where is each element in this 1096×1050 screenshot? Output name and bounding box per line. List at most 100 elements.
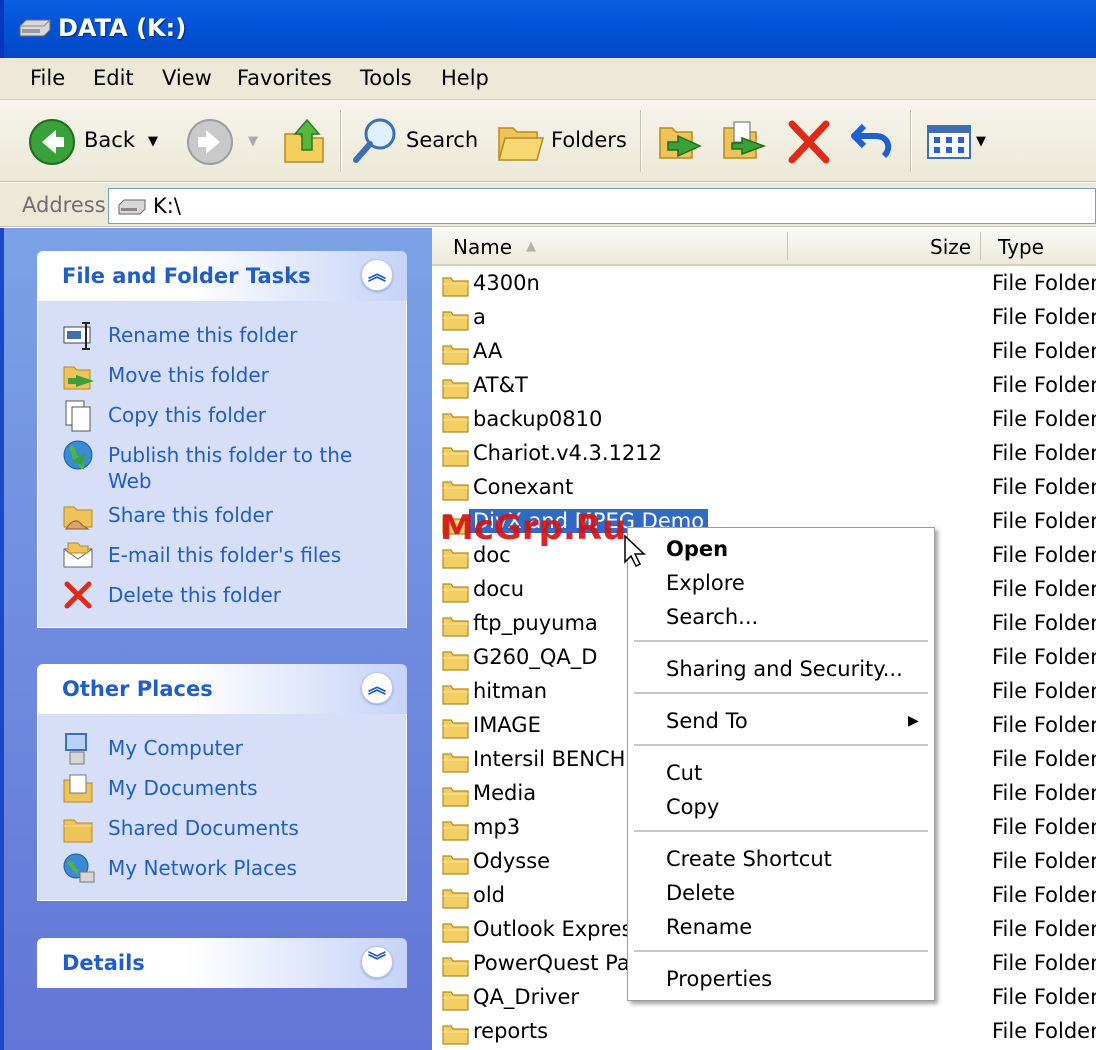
back-arrow-icon[interactable] bbox=[28, 118, 76, 166]
task-delete-folder[interactable]: Delete this folder bbox=[38, 577, 406, 617]
toolbar: Back ▼ ▼ Search Folders ▼ bbox=[0, 100, 1096, 182]
file-type: File Folder bbox=[992, 407, 1096, 431]
folders-button-label[interactable]: Folders bbox=[551, 128, 627, 152]
column-type-header[interactable]: Type bbox=[998, 235, 1044, 259]
undo-icon[interactable] bbox=[850, 118, 896, 164]
file-type: File Folder bbox=[992, 849, 1096, 873]
file-row[interactable]: 4300n File Folder bbox=[432, 268, 1096, 302]
folder-icon bbox=[442, 481, 469, 501]
collapse-chevron-icon[interactable]: ︽ bbox=[361, 259, 393, 291]
file-name: Outlook Express bbox=[473, 917, 644, 941]
details-panel: Details ︾ bbox=[37, 938, 407, 988]
task-share-folder[interactable]: Share this folder bbox=[38, 497, 406, 537]
delete-x-icon[interactable] bbox=[786, 120, 832, 164]
place-my-documents[interactable]: My Documents bbox=[38, 770, 406, 810]
folders-icon[interactable] bbox=[497, 118, 545, 164]
folder-icon bbox=[442, 685, 469, 705]
ctx-explore[interactable]: Explore bbox=[666, 571, 745, 595]
menu-favorites[interactable]: Favorites bbox=[237, 66, 332, 90]
menu-view[interactable]: View bbox=[162, 66, 212, 90]
file-row[interactable]: a File Folder bbox=[432, 302, 1096, 336]
ctx-search[interactable]: Search... bbox=[666, 605, 758, 629]
views-dropdown-icon[interactable]: ▼ bbox=[976, 134, 986, 149]
network-icon bbox=[63, 853, 95, 883]
file-type: File Folder bbox=[992, 917, 1096, 941]
back-dropdown-icon[interactable]: ▼ bbox=[148, 134, 158, 149]
folder-icon bbox=[442, 991, 469, 1011]
menu-file[interactable]: File bbox=[30, 66, 65, 90]
ctx-properties[interactable]: Properties bbox=[666, 967, 772, 991]
file-name: G260_QA_D bbox=[473, 645, 598, 669]
folder-icon bbox=[442, 889, 469, 909]
task-label: E-mail this folder's files bbox=[108, 543, 342, 567]
share-icon bbox=[63, 506, 93, 530]
task-publish-web[interactable]: Publish this folder to the Web bbox=[38, 437, 406, 497]
mouse-cursor-icon bbox=[624, 534, 646, 568]
ctx-create-shortcut[interactable]: Create Shortcut bbox=[666, 847, 832, 871]
ctx-delete[interactable]: Delete bbox=[666, 881, 735, 905]
place-shared-documents[interactable]: Shared Documents bbox=[38, 810, 406, 850]
copy-to-icon[interactable] bbox=[720, 118, 768, 164]
documents-icon bbox=[63, 774, 93, 803]
forward-arrow-icon[interactable] bbox=[186, 118, 234, 166]
back-button-label[interactable]: Back bbox=[84, 128, 135, 152]
task-label: Share this folder bbox=[108, 503, 273, 527]
folder-icon bbox=[442, 549, 469, 569]
ctx-sharing-security[interactable]: Sharing and Security... bbox=[666, 657, 903, 681]
other-places-title: Other Places bbox=[62, 677, 213, 701]
menu-edit[interactable]: Edit bbox=[93, 66, 134, 90]
column-size-header[interactable]: Size bbox=[930, 235, 971, 259]
expand-chevron-icon[interactable]: ︾ bbox=[361, 946, 393, 978]
file-row[interactable]: Conexant File Folder bbox=[432, 472, 1096, 506]
task-move-folder[interactable]: Move this folder bbox=[38, 357, 406, 397]
file-type: File Folder bbox=[992, 985, 1096, 1009]
search-button-label[interactable]: Search bbox=[406, 128, 478, 152]
collapse-chevron-icon[interactable]: ︽ bbox=[361, 672, 393, 704]
place-my-computer[interactable]: My Computer bbox=[38, 730, 406, 770]
ctx-copy[interactable]: Copy bbox=[666, 795, 719, 819]
ctx-open[interactable]: Open bbox=[666, 537, 728, 561]
details-header[interactable]: Details ︾ bbox=[37, 938, 407, 988]
file-row[interactable]: AA File Folder bbox=[432, 336, 1096, 370]
task-copy-folder[interactable]: Copy this folder bbox=[38, 397, 406, 437]
file-type: File Folder bbox=[992, 373, 1096, 397]
folder-icon bbox=[442, 821, 469, 841]
file-folder-tasks-header[interactable]: File and Folder Tasks ︽ bbox=[37, 251, 407, 301]
ctx-send-to[interactable]: Send To bbox=[666, 709, 748, 733]
file-row[interactable]: backup0810 File Folder bbox=[432, 404, 1096, 438]
up-folder-icon[interactable] bbox=[283, 116, 327, 166]
ctx-cut[interactable]: Cut bbox=[666, 761, 702, 785]
folder-icon bbox=[442, 617, 469, 637]
ctx-rename[interactable]: Rename bbox=[666, 915, 752, 939]
folder-icon bbox=[442, 277, 469, 297]
folder-icon bbox=[442, 413, 469, 433]
menu-tools[interactable]: Tools bbox=[360, 66, 412, 90]
menu-help[interactable]: Help bbox=[441, 66, 489, 90]
task-label: Move this folder bbox=[108, 363, 269, 387]
task-rename-folder[interactable]: Rename this folder bbox=[38, 317, 406, 357]
search-icon[interactable] bbox=[352, 116, 400, 166]
move-to-icon[interactable] bbox=[656, 118, 704, 164]
folder-icon bbox=[442, 345, 469, 365]
rename-icon bbox=[63, 322, 91, 350]
task-label: Shared Documents bbox=[108, 816, 299, 840]
file-type: File Folder bbox=[992, 815, 1096, 839]
folder-icon bbox=[442, 923, 469, 943]
views-icon[interactable] bbox=[926, 124, 972, 160]
place-my-network[interactable]: My Network Places bbox=[38, 850, 406, 890]
globe-icon bbox=[63, 440, 93, 470]
task-email-files[interactable]: E-mail this folder's files bbox=[38, 537, 406, 577]
address-input[interactable]: K:\ bbox=[108, 188, 1096, 224]
title-bar[interactable]: DATA (K:) bbox=[0, 0, 1096, 58]
other-places-header[interactable]: Other Places ︽ bbox=[37, 664, 407, 714]
file-type: File Folder bbox=[992, 747, 1096, 771]
file-row[interactable]: Chariot.v4.3.1212 File Folder bbox=[432, 438, 1096, 472]
folder-icon bbox=[442, 855, 469, 875]
file-row[interactable]: reports File Folder bbox=[432, 1016, 1096, 1050]
forward-dropdown-icon[interactable]: ▼ bbox=[248, 134, 258, 149]
column-name-header[interactable]: Name bbox=[453, 235, 512, 259]
sort-ascending-icon: ▲ bbox=[526, 239, 536, 254]
file-type: File Folder bbox=[992, 305, 1096, 329]
file-row[interactable]: AT&T File Folder bbox=[432, 370, 1096, 404]
file-folder-tasks-title: File and Folder Tasks bbox=[62, 264, 311, 288]
